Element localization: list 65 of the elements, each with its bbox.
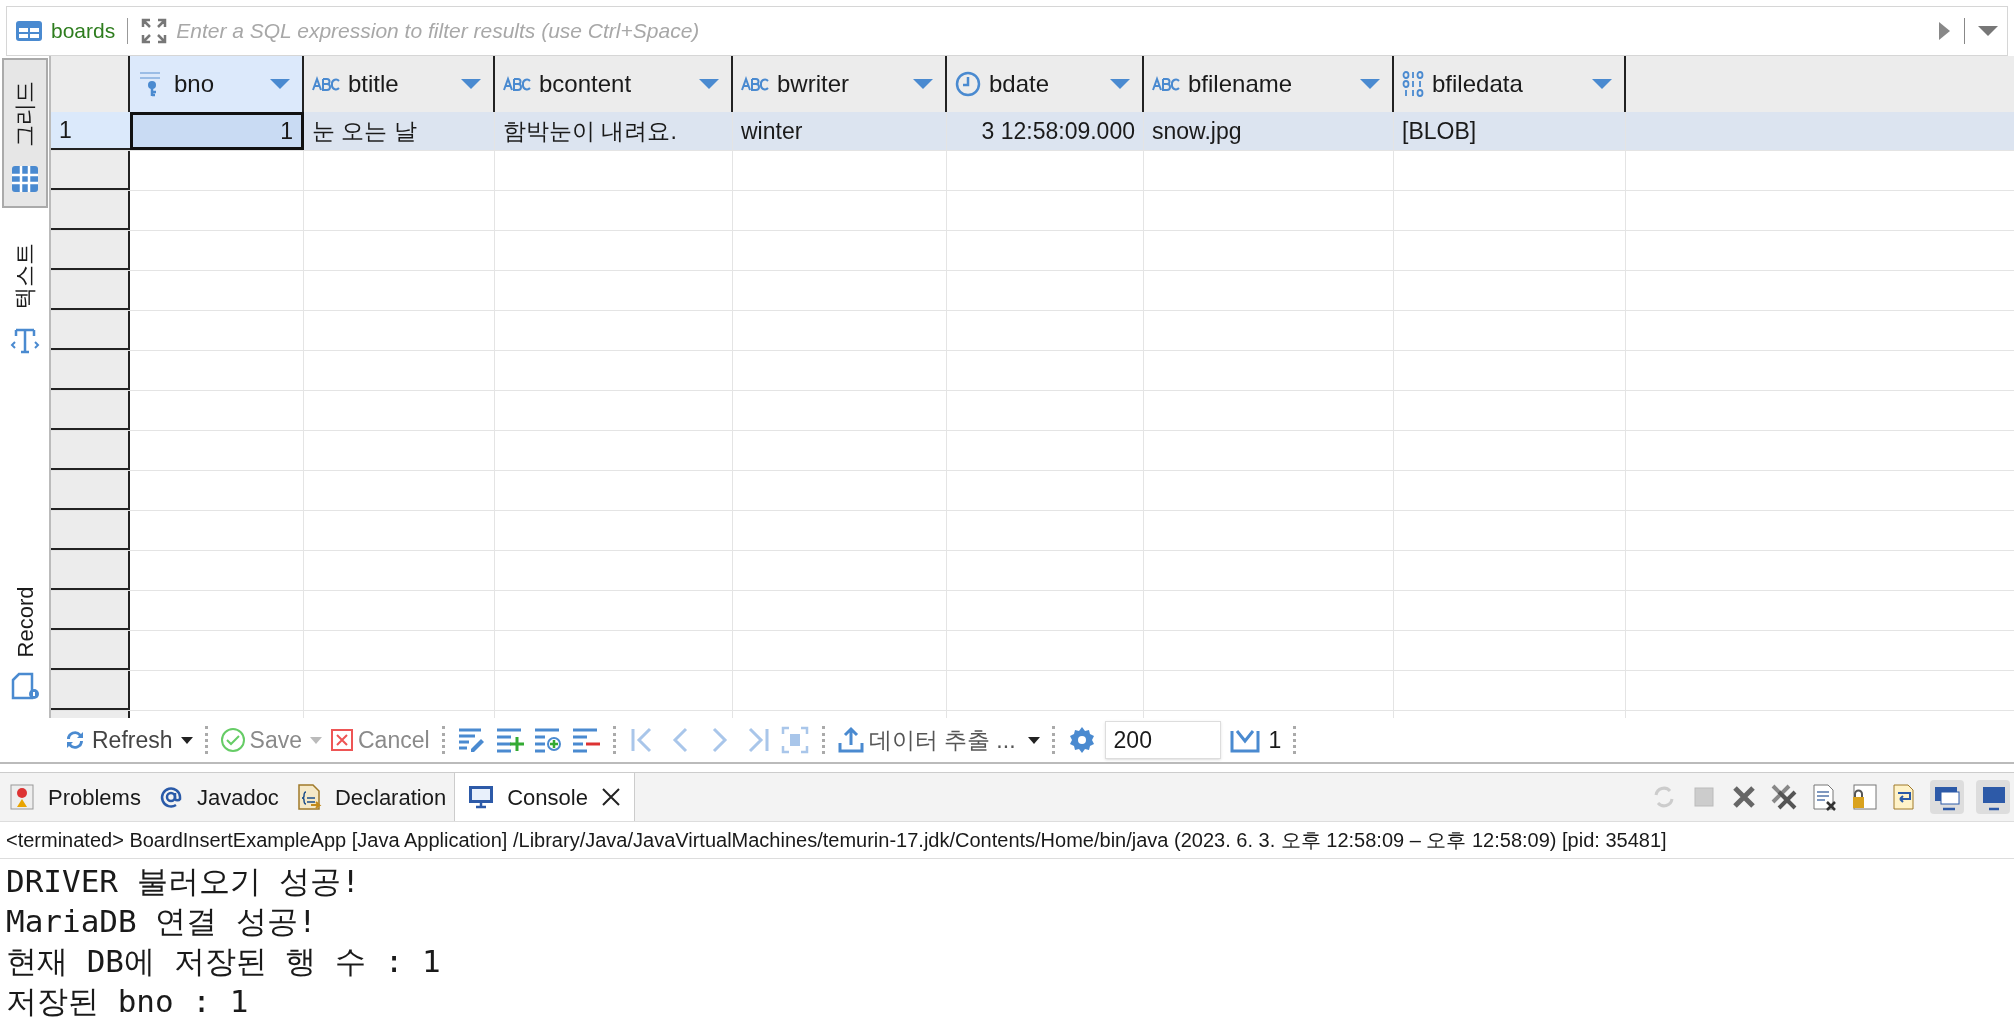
table-name[interactable]: boards	[51, 15, 116, 47]
console-status: <terminated> BoardInsertExampleApp [Java Application] /Library/Java/JavaVirtualMachines/temurin-17.jdk/Contents/Home/bin/java (2023. 6. 3. 오후 12:58:09 – 오후 12:58:09) [pid: 35481]	[0, 822, 2014, 859]
sort-dropdown-icon[interactable]	[699, 78, 719, 90]
row-number: 1	[51, 112, 130, 150]
clear-console-icon[interactable]	[1810, 783, 1838, 811]
panel-tab[interactable]: Console	[454, 773, 635, 821]
panel-tab[interactable]: Declaration	[286, 773, 455, 821]
sort-dropdown-icon[interactable]	[913, 78, 933, 90]
column-name: bdate	[989, 69, 1051, 99]
console-line: 저장된 bno : 1	[6, 982, 250, 1021]
console-line: 현재 DB에 저장된 행 수 : 1	[6, 942, 442, 981]
text-type-icon	[1152, 76, 1180, 92]
view-tab[interactable]: 그리드	[1, 58, 48, 208]
text-type-icon	[312, 76, 340, 92]
binary-grid-icon	[1402, 71, 1424, 97]
expand-icon[interactable]	[140, 17, 169, 45]
clock-icon	[955, 71, 981, 97]
console-line: MariaDB 연결 성공!	[6, 902, 318, 941]
table-icon	[15, 20, 43, 42]
sort-dropdown-icon[interactable]	[461, 78, 481, 90]
sort-dropdown-icon[interactable]	[1592, 78, 1612, 90]
column-name: btitle	[348, 69, 400, 99]
text-type-icon	[741, 76, 769, 92]
column-header[interactable]: bno	[130, 56, 304, 112]
record-tab[interactable]: Record	[9, 580, 40, 718]
scroll-lock-icon[interactable]	[1850, 783, 1878, 811]
panel-tab[interactable]: Javadoc	[148, 773, 287, 821]
table-cell: winter	[733, 112, 947, 150]
sort-dropdown-icon[interactable]	[1110, 78, 1130, 90]
column-name: bcontent	[539, 69, 633, 99]
table-row[interactable]: 1 1 눈 오는 날 함박눈이 내려요. winter 3 12:58:09.000 snow.jpg [BLOB]	[51, 112, 2014, 151]
column-name: bfiledata	[1432, 69, 1524, 99]
remove-all-icon[interactable]	[1770, 783, 1798, 811]
grid-icon	[9, 164, 40, 194]
table-cell: 1	[130, 112, 304, 150]
filter-bar[interactable]: boards Enter a SQL expression to filter results (use Ctrl+Space)	[6, 6, 2008, 56]
table-cell: [BLOB]	[1394, 112, 1626, 150]
problems-icon	[8, 783, 36, 811]
caret-icon[interactable]	[1027, 735, 1040, 745]
column-name: bfilename	[1188, 69, 1294, 99]
upload-icon[interactable]	[836, 726, 865, 754]
sort-dropdown-icon[interactable]	[270, 78, 290, 90]
caret-icon[interactable]	[180, 735, 193, 745]
table-cell: 눈 오는 날	[304, 112, 495, 150]
filter-input[interactable]: Enter a SQL expression to filter results (use Ctrl+Space)	[176, 15, 1928, 47]
text-cursor-icon	[9, 326, 40, 356]
monitor-icon	[467, 783, 496, 811]
export-button[interactable]: 데이터 추출 ...	[836, 722, 1040, 758]
play-icon[interactable]	[1936, 20, 1952, 42]
fetch-size-field[interactable]: 200	[1104, 721, 1221, 759]
refresh-button[interactable]: Refresh	[62, 722, 193, 758]
console-line: DRIVER 불러오기 성공!	[6, 862, 361, 901]
panel-tab[interactable]: Problems	[0, 773, 149, 821]
table-cell: 함박눈이 내려요.	[495, 112, 733, 150]
sort-dropdown-icon[interactable]	[1360, 78, 1380, 90]
table-cell: snow.jpg	[1144, 112, 1394, 150]
text-type-icon	[503, 76, 531, 92]
table-cell: 3 12:58:09.000	[947, 112, 1144, 150]
row-count: 1	[1268, 725, 1282, 755]
column-name: bwriter	[777, 69, 850, 99]
dropdown-icon[interactable]	[1977, 24, 1999, 38]
view-tab[interactable]: 텍스트	[1, 220, 48, 370]
document-icon	[9, 672, 40, 702]
close-icon[interactable]	[599, 786, 622, 808]
column-name: bno	[174, 69, 216, 99]
